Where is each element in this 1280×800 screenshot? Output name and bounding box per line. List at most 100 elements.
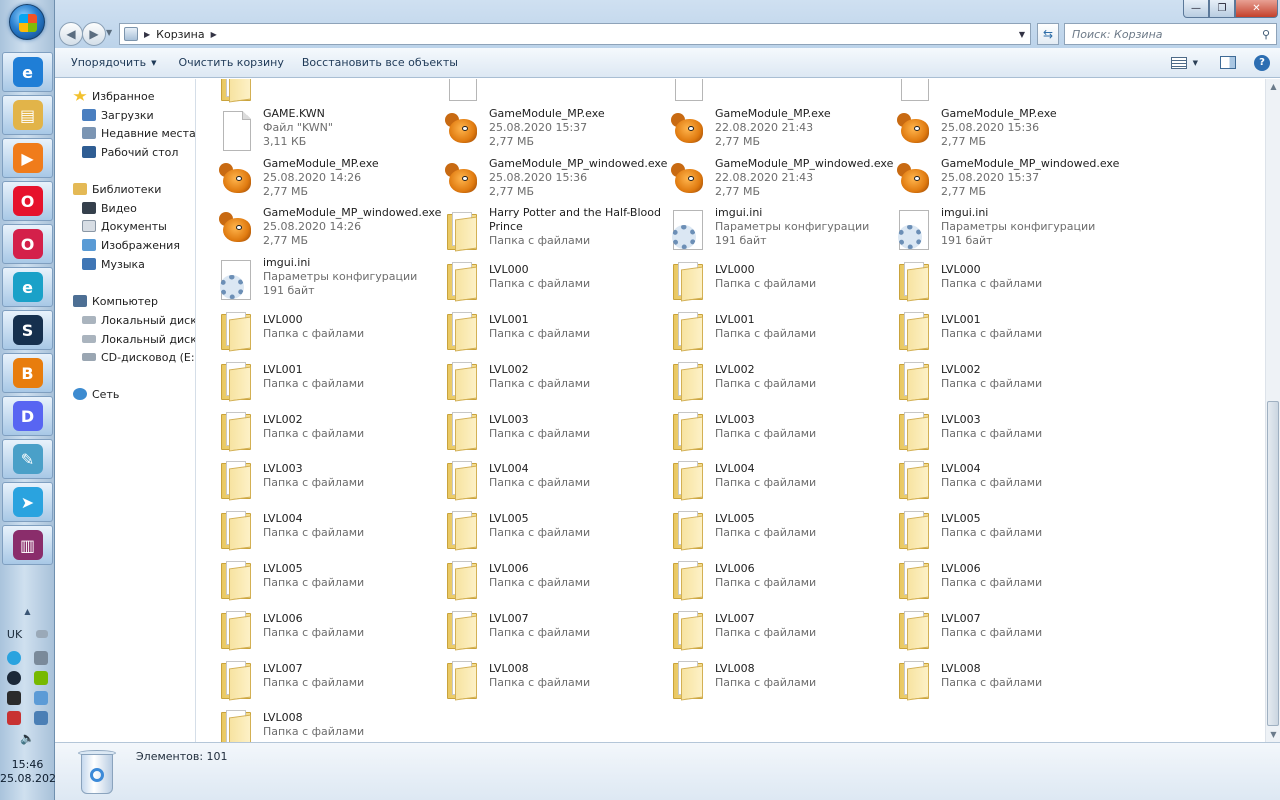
- xsplit-tray-icon[interactable]: [6, 691, 21, 705]
- folder-item[interactable]: LVL006 Папка с файлами: [443, 555, 663, 603]
- folder-item[interactable]: LVL004 Папка с файлами: [443, 455, 663, 503]
- action-center-icon[interactable]: [6, 711, 21, 725]
- media-player-taskbar-button[interactable]: ▶: [2, 138, 53, 178]
- folder-item[interactable]: LVL008 Папка с файлами: [217, 704, 437, 742]
- folder-item[interactable]: LVL006 Папка с файлами: [217, 605, 437, 653]
- file-item[interactable]: 3,11 КБ: [443, 79, 663, 105]
- folder-item[interactable]: LVL003 Папка с файлами: [669, 406, 889, 454]
- folder-item[interactable]: LVL001 Папка с файлами: [443, 306, 663, 354]
- keyboard-icon[interactable]: [36, 630, 49, 638]
- file-item[interactable]: imgui.ini Параметры конфигурации 191 байт: [669, 206, 889, 254]
- folder-item[interactable]: LVL004 Папка с файлами: [669, 455, 889, 503]
- folder-item[interactable]: LVL007 Папка с файлами: [895, 605, 1115, 653]
- file-item[interactable]: GameModule_MP_windowed.exe 25.08.2020 15:…: [443, 157, 667, 205]
- clock[interactable]: 15:46 25.08.2020: [0, 758, 63, 786]
- nav-desktop[interactable]: Рабочий стол: [82, 143, 178, 161]
- breadcrumb-chevron-icon[interactable]: ▶: [144, 30, 150, 39]
- folder-item[interactable]: LVL000 Папка с файлами: [895, 256, 1115, 304]
- file-item[interactable]: imgui.ini Параметры конфигурации 191 байт: [895, 206, 1115, 254]
- opera-taskbar-button[interactable]: O: [2, 181, 53, 221]
- file-item[interactable]: GameModule_MP.exe 25.08.2020 14:26 2,77 МБ: [217, 157, 437, 205]
- nav-downloads[interactable]: Загрузки: [82, 106, 154, 124]
- file-item[interactable]: 3,11 КБ: [895, 79, 1115, 105]
- nav-favorites[interactable]: Избранное: [73, 87, 154, 105]
- notepad-taskbar-button[interactable]: ✎: [2, 439, 53, 479]
- forward-button[interactable]: ▶: [82, 22, 106, 46]
- breadcrumb-chevron-icon[interactable]: ▶: [211, 30, 217, 39]
- folder-item[interactable]: LVL002 Папка с файлами: [895, 356, 1115, 404]
- folder-item[interactable]: LVL001 Папка с файлами: [895, 306, 1115, 354]
- folder-item[interactable]: LVL003 Папка с файлами: [443, 406, 663, 454]
- folder-item[interactable]: LVL007 Папка с файлами: [217, 655, 437, 703]
- preview-pane-button[interactable]: [1220, 56, 1236, 69]
- nav-disk-d[interactable]: Локальный диск (D: [82, 330, 195, 348]
- show-hidden-icons-icon[interactable]: ▲: [24, 607, 30, 616]
- folder-item[interactable]: LVL007 Папка с файлами: [443, 605, 663, 653]
- file-item[interactable]: GameModule_MP_windowed.exe 25.08.2020 14:…: [217, 206, 441, 254]
- folder-item[interactable]: LVL005 Папка с файлами: [217, 555, 437, 603]
- file-item[interactable]: GameModule_MP.exe 22.08.2020 21:43 2,77 МБ: [669, 107, 889, 155]
- folder-item[interactable]: LVL008 Папка с файлами: [669, 655, 889, 703]
- opera-gx-taskbar-button[interactable]: O: [2, 224, 53, 264]
- edge-taskbar-button[interactable]: e: [2, 267, 53, 307]
- folder-item[interactable]: LVL005 Папка с файлами: [895, 505, 1115, 553]
- scroll-up-arrow[interactable]: ▲: [1266, 79, 1280, 94]
- breadcrumb-location[interactable]: Корзина: [156, 28, 204, 41]
- file-item[interactable]: 3,11 КБ: [669, 79, 889, 105]
- folder-item[interactable]: LVL004 Папка с файлами: [217, 505, 437, 553]
- folder-item[interactable]: LVL000 Папка с файлами: [669, 256, 889, 304]
- refresh-button[interactable]: ⇆: [1037, 23, 1059, 45]
- minimize-button[interactable]: —: [1183, 0, 1209, 18]
- maximize-button[interactable]: ❐: [1209, 0, 1235, 18]
- folder-item[interactable]: LVL002 Папка с файлами: [669, 356, 889, 404]
- folder-item[interactable]: LVL008 Папка с файлами: [443, 655, 663, 703]
- nav-disk-c[interactable]: Локальный диск (C: [82, 311, 195, 329]
- search-input[interactable]: Поиск: Корзина ⚲: [1064, 23, 1277, 45]
- folder-item[interactable]: Папка с файлами: [217, 79, 437, 105]
- file-item[interactable]: GameModule_MP_windowed.exe 25.08.2020 15:…: [895, 157, 1119, 205]
- file-item[interactable]: GameModule_MP.exe 25.08.2020 15:37 2,77 МБ: [443, 107, 663, 155]
- folder-item[interactable]: LVL000 Папка с файлами: [443, 256, 663, 304]
- telegram-taskbar-button[interactable]: ➤: [2, 482, 53, 522]
- start-button[interactable]: [9, 4, 45, 40]
- folder-item[interactable]: LVL002 Папка с файлами: [217, 406, 437, 454]
- vertical-scrollbar[interactable]: ▲ ▼: [1265, 79, 1280, 742]
- winrar-taskbar-button[interactable]: ▥: [2, 525, 53, 565]
- display-tray-icon[interactable]: [34, 711, 49, 725]
- discord-taskbar-button[interactable]: D: [2, 396, 53, 436]
- scroll-down-arrow[interactable]: ▼: [1266, 727, 1280, 742]
- recent-pages-button[interactable]: ▼: [106, 28, 112, 37]
- internet-explorer-taskbar-button[interactable]: e: [2, 52, 53, 92]
- file-item[interactable]: GameModule_MP_windowed.exe 22.08.2020 21:…: [669, 157, 893, 205]
- nav-cd[interactable]: CD-дисковод (E:): [82, 348, 195, 366]
- network-tray-icon[interactable]: [34, 651, 49, 665]
- folder-item[interactable]: LVL004 Папка с файлами: [895, 455, 1115, 503]
- steam-taskbar-button[interactable]: S: [2, 310, 53, 350]
- file-item[interactable]: imgui.ini Параметры конфигурации 191 байт: [217, 256, 437, 304]
- folder-item[interactable]: LVL005 Папка с файлами: [669, 505, 889, 553]
- nav-music[interactable]: Музыка: [82, 255, 145, 273]
- nvidia-tray-icon[interactable]: [34, 671, 49, 685]
- back-button[interactable]: ◀: [59, 22, 83, 46]
- organize-button[interactable]: Упорядочить ▼: [63, 52, 165, 74]
- folder-item[interactable]: LVL006 Папка с файлами: [895, 555, 1115, 603]
- nav-documents[interactable]: Документы: [82, 217, 167, 235]
- address-dropdown-icon[interactable]: ▼: [1019, 30, 1025, 39]
- language-indicator[interactable]: UK: [7, 628, 22, 641]
- folder-item[interactable]: LVL000 Папка с файлами: [217, 306, 437, 354]
- folder-item[interactable]: LVL007 Папка с файлами: [669, 605, 889, 653]
- folder-item[interactable]: LVL006 Папка с файлами: [669, 555, 889, 603]
- folder-item[interactable]: LVL002 Папка с файлами: [443, 356, 663, 404]
- nav-computer[interactable]: Компьютер: [73, 292, 158, 310]
- help-button[interactable]: ?: [1254, 54, 1270, 71]
- close-button[interactable]: ✕: [1235, 0, 1278, 18]
- folder-item[interactable]: Harry Potter and the Half-Blood Prince Па…: [443, 206, 663, 254]
- nav-recent[interactable]: Недавние места: [82, 124, 195, 142]
- nav-network[interactable]: Сеть: [73, 385, 119, 403]
- file-item[interactable]: GAME.KWN Файл "KWN" 3,11 КБ: [217, 107, 437, 155]
- windows-explorer-taskbar-button[interactable]: ▤: [2, 95, 53, 135]
- nav-video[interactable]: Видео: [82, 199, 137, 217]
- folder-item[interactable]: LVL001 Папка с файлами: [669, 306, 889, 354]
- nav-libraries[interactable]: Библиотеки: [73, 180, 161, 198]
- app-tray-icon[interactable]: [34, 691, 49, 705]
